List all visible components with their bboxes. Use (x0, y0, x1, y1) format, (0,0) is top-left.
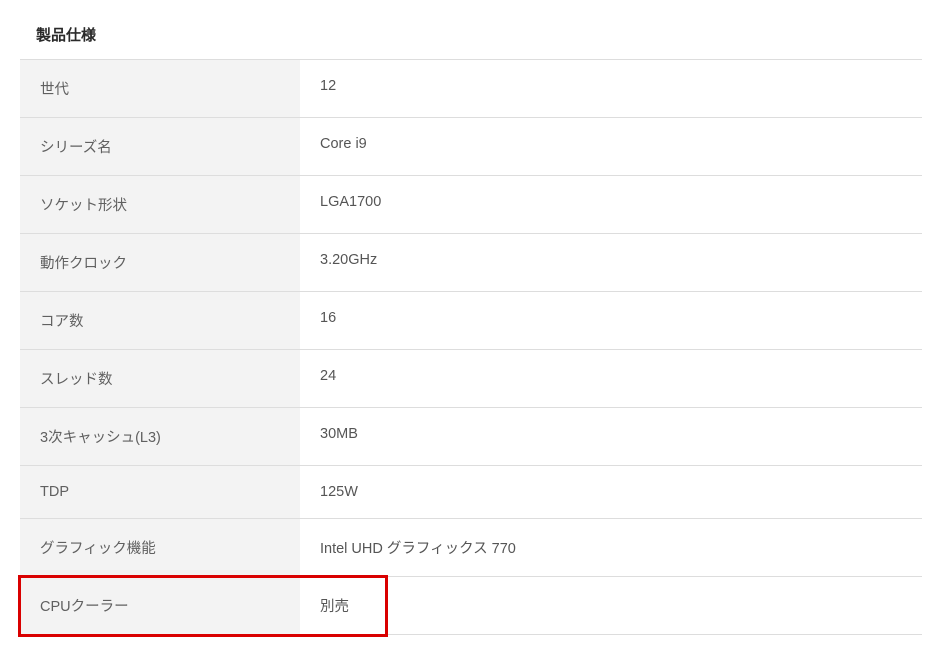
spec-label: ソケット形状 (20, 176, 300, 233)
spec-label: 3次キャッシュ(L3) (20, 408, 300, 465)
spec-value: 別売 (300, 577, 922, 634)
spec-value: 125W (300, 466, 922, 518)
table-row: 世代 12 (20, 60, 922, 118)
table-row: TDP 125W (20, 466, 922, 519)
table-row: CPUクーラー 別売 (20, 577, 922, 635)
spec-value: 16 (300, 292, 922, 349)
spec-label: スレッド数 (20, 350, 300, 407)
spec-label: グラフィック機能 (20, 519, 300, 576)
table-row: コア数 16 (20, 292, 922, 350)
spec-table: 世代 12 シリーズ名 Core i9 ソケット形状 LGA1700 動作クロッ… (20, 60, 922, 635)
table-row: グラフィック機能 Intel UHD グラフィックス 770 (20, 519, 922, 577)
spec-value: 30MB (300, 408, 922, 465)
spec-label: コア数 (20, 292, 300, 349)
spec-label: 動作クロック (20, 234, 300, 291)
spec-label: シリーズ名 (20, 118, 300, 175)
spec-container: 製品仕様 世代 12 シリーズ名 Core i9 ソケット形状 LGA1700 … (20, 10, 922, 635)
spec-label: 世代 (20, 60, 300, 117)
table-row: ソケット形状 LGA1700 (20, 176, 922, 234)
spec-value: Core i9 (300, 118, 922, 175)
spec-value: 12 (300, 60, 922, 117)
spec-title: 製品仕様 (20, 10, 922, 60)
spec-value: 3.20GHz (300, 234, 922, 291)
table-row: シリーズ名 Core i9 (20, 118, 922, 176)
spec-value: 24 (300, 350, 922, 407)
table-row: スレッド数 24 (20, 350, 922, 408)
spec-label: TDP (20, 466, 300, 518)
spec-label: CPUクーラー (20, 577, 300, 634)
table-row: 3次キャッシュ(L3) 30MB (20, 408, 922, 466)
spec-value: LGA1700 (300, 176, 922, 233)
table-row: 動作クロック 3.20GHz (20, 234, 922, 292)
spec-value: Intel UHD グラフィックス 770 (300, 519, 922, 576)
